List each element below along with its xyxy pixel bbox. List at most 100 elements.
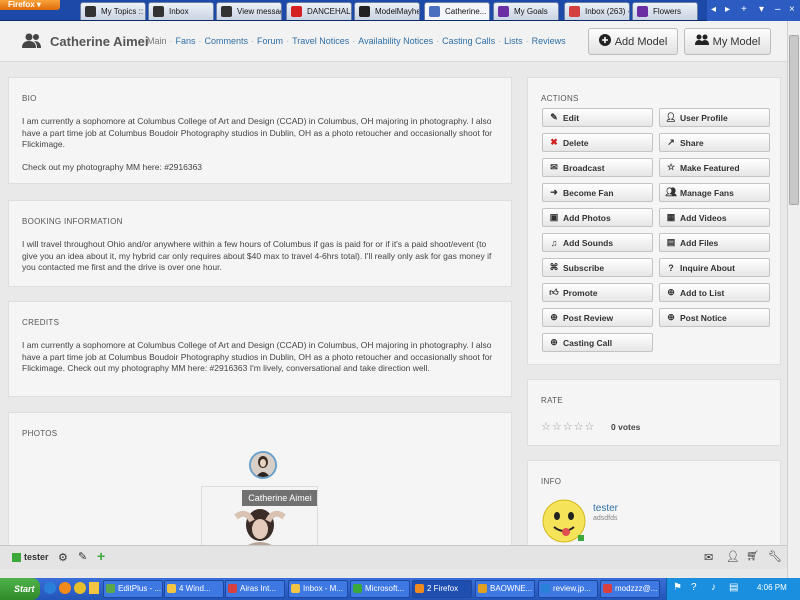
browser-tab[interactable]: Flowers xyxy=(632,2,698,20)
browser-tab[interactable]: ModelMayhe... xyxy=(354,2,420,20)
broadcast-button[interactable]: ✉ Broadcast xyxy=(542,158,653,177)
nav-link-comments[interactable]: Comments xyxy=(205,36,249,46)
post-notice-button[interactable]: ⊕ Post Notice xyxy=(659,308,770,327)
network-icon[interactable]: ▤ xyxy=(729,582,738,593)
ie-icon[interactable] xyxy=(44,582,56,594)
thumbs-up-icon: 👍︎ xyxy=(549,287,559,297)
add-to-list-button[interactable]: ⊕ Add to List xyxy=(659,283,770,302)
tab-label: DANCEHALL ... xyxy=(307,7,352,16)
plus-circle-icon: ⊕ xyxy=(550,312,558,322)
taskbar-item-label: Airas Int... xyxy=(240,584,277,593)
system-tray: ⚑ ? ♪ ▤ 4:06 PM xyxy=(666,578,800,600)
nav-link-main[interactable]: Main xyxy=(147,36,167,46)
browser-tab[interactable]: Inbox (263) -... xyxy=(564,2,630,20)
taskbar-item[interactable]: review.jp... xyxy=(538,580,598,598)
add-sounds-button[interactable]: ♫ Add Sounds xyxy=(542,233,653,252)
tab-label: Inbox xyxy=(169,7,189,16)
chrome-icon[interactable] xyxy=(74,582,86,594)
subscribe-button[interactable]: ⌘ Subscribe xyxy=(542,258,653,277)
add-videos-button[interactable]: ▦ Add Videos xyxy=(659,208,770,227)
taskbar-item-label: EditPlus - ... xyxy=(118,584,162,593)
post-review-button[interactable]: ⊕ Post Review xyxy=(542,308,653,327)
nav-separator: · xyxy=(198,36,202,46)
browser-tab[interactable]: DANCEHALL ... xyxy=(286,2,352,20)
info-username[interactable]: tester xyxy=(593,503,618,514)
inquire-about-button[interactable]: ? Inquire About xyxy=(659,258,770,277)
firefox-menu-button[interactable]: Firefox ▾ xyxy=(0,0,60,10)
tab-list-icon[interactable]: ▾ xyxy=(759,4,764,15)
browser-tab[interactable]: Catherine... xyxy=(424,2,490,20)
share-button[interactable]: ↗ Share xyxy=(659,133,770,152)
photo-thumbnail[interactable]: Catherine Aimei xyxy=(201,486,318,548)
delete-button[interactable]: ✖ Delete xyxy=(542,133,653,152)
nav-link-reviews[interactable]: Reviews xyxy=(532,36,566,46)
taskbar-item[interactable]: modzzz@... xyxy=(600,580,660,598)
nav-link-casting-calls[interactable]: Casting Calls xyxy=(442,36,495,46)
nav-separator: · xyxy=(498,36,502,46)
nav-link-fans[interactable]: Fans xyxy=(176,36,196,46)
taskbar-item[interactable]: BAOWNE... xyxy=(475,580,535,598)
user-profile-button[interactable]: 👤︎ User Profile xyxy=(659,108,770,127)
gear-icon[interactable]: ⚙ xyxy=(58,551,68,564)
nav-link-availability-notices[interactable]: Availability Notices xyxy=(358,36,433,46)
promote-button[interactable]: 👍︎ Promote xyxy=(542,283,653,302)
credits-card: CREDITS I am currently a sophomore at Co… xyxy=(8,301,512,397)
page-scrollbar[interactable] xyxy=(787,21,800,578)
browser-tab[interactable]: My Topics :: ... xyxy=(80,2,146,20)
sign-in-icon: ➜ xyxy=(550,187,558,197)
toolbar-username[interactable]: tester xyxy=(24,552,49,562)
action-label: Add Photos xyxy=(563,212,611,223)
mail-icon[interactable]: ✉ xyxy=(704,551,713,564)
tab-scroll-right-icon[interactable]: ▸ xyxy=(725,4,730,15)
clock: 4:06 PM xyxy=(757,583,787,592)
add-photos-button[interactable]: ▣ Add Photos xyxy=(542,208,653,227)
profile-avatar[interactable] xyxy=(249,451,277,479)
tab-scroll-left-icon[interactable]: ◂ xyxy=(711,4,716,15)
browser-tab[interactable]: Inbox xyxy=(148,2,214,20)
cart-icon[interactable]: 🛒︎ xyxy=(746,551,759,562)
wrench-icon[interactable]: 🔧︎ xyxy=(768,550,782,563)
taskbar-item[interactable]: Airas Int... xyxy=(225,580,285,598)
scroll-thumb[interactable] xyxy=(789,35,799,205)
action-label: Add Files xyxy=(680,237,719,248)
browser-tab[interactable]: View message xyxy=(216,2,282,20)
envelope-icon: ✉ xyxy=(550,162,558,172)
browser-tab[interactable]: My Goals xyxy=(493,2,559,20)
nav-link-forum[interactable]: Forum xyxy=(257,36,283,46)
taskbar-item[interactable]: Inbox - M... xyxy=(288,580,348,598)
add-files-button[interactable]: ▤ Add Files xyxy=(659,233,770,252)
casting-call-button[interactable]: ⊕ Casting Call xyxy=(542,333,653,352)
become-fan-button[interactable]: ➜ Become Fan xyxy=(542,183,653,202)
taskbar-item[interactable]: 2 Firefox xyxy=(412,580,472,598)
rating-stars[interactable]: ☆☆☆☆☆ xyxy=(541,420,595,433)
nav-link-lists[interactable]: Lists xyxy=(504,36,523,46)
taskbar-item[interactable]: Microsoft... xyxy=(350,580,410,598)
bio-card: BIO I am currently a sophomore at Columb… xyxy=(8,77,512,184)
close-icon[interactable]: × xyxy=(789,4,795,15)
make-featured-button[interactable]: ☆ Make Featured xyxy=(659,158,770,177)
info-avatar[interactable] xyxy=(542,499,586,543)
picture-icon: ▣ xyxy=(549,212,559,222)
manage-fans-button[interactable]: 👥︎ Manage Fans xyxy=(659,183,770,202)
start-button[interactable]: Start xyxy=(0,578,40,600)
nav-link-travel-notices[interactable]: Travel Notices xyxy=(292,36,349,46)
credits-title: CREDITS xyxy=(22,318,60,327)
my-model-button[interactable]: My Model xyxy=(684,28,771,55)
add-model-button[interactable]: Add Model xyxy=(588,28,678,55)
add-icon[interactable]: + xyxy=(97,548,105,564)
firefox-icon[interactable] xyxy=(59,582,71,594)
edit-button[interactable]: ✎ Edit xyxy=(542,108,653,127)
help-icon[interactable]: ? xyxy=(691,582,697,593)
person-icon[interactable]: 👤︎ xyxy=(726,550,740,563)
minimize-icon[interactable]: – xyxy=(775,4,781,15)
new-tab-icon[interactable]: + xyxy=(741,4,747,15)
edit-icon[interactable]: ✎ xyxy=(78,550,87,563)
taskbar-item[interactable]: EditPlus - ... xyxy=(103,580,163,598)
taskbar-app-icon xyxy=(228,584,237,593)
folder-icon[interactable] xyxy=(89,582,99,594)
bio-paragraph: I am currently a sophomore at Columbus C… xyxy=(22,116,493,149)
volume-icon[interactable]: ♪ xyxy=(711,582,716,593)
taskbar-item[interactable]: 4 Wind... xyxy=(164,580,224,598)
tray-icon[interactable]: ⚑ xyxy=(673,582,682,593)
action-label: Manage Fans xyxy=(680,187,734,198)
